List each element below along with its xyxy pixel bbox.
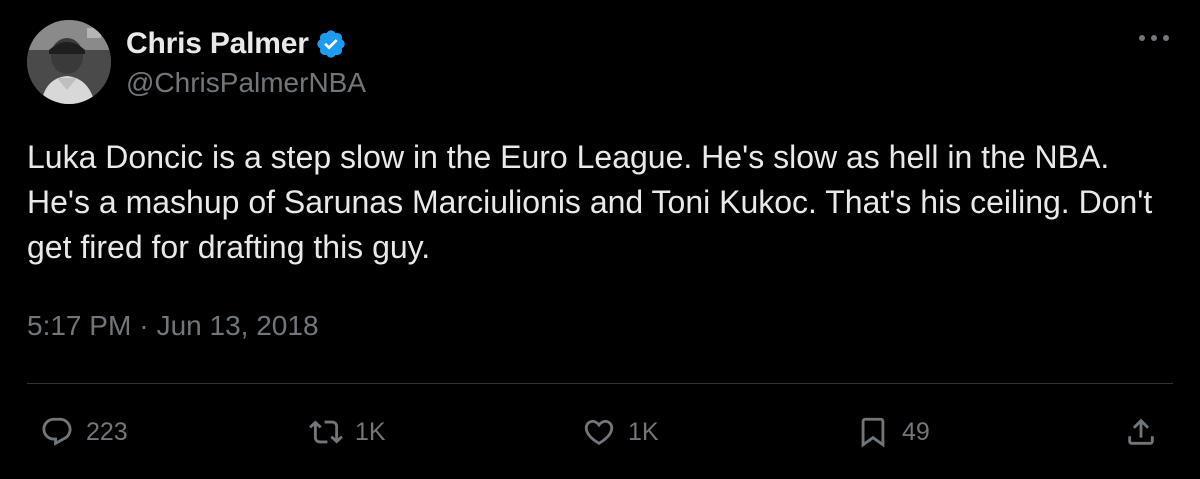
divider [27,383,1173,384]
like-count: 1K [628,417,659,446]
author-name-row[interactable]: Chris Palmer [126,24,347,64]
share-button[interactable] [1124,412,1158,452]
avatar-photo [27,20,111,104]
verified-badge-icon [315,28,347,60]
display-name[interactable]: Chris Palmer [126,27,309,61]
reply-button[interactable]: 223 [40,412,128,452]
share-icon [1124,415,1158,449]
timestamp-separator: · [139,310,149,341]
tweet-date[interactable]: Jun 13, 2018 [157,310,319,342]
retweet-button[interactable]: 1K [309,412,386,452]
handle[interactable]: @ChrisPalmerNBA [126,67,366,99]
timestamp[interactable]: 5:17 PM · Jun 13, 2018 [27,310,319,342]
reply-count: 223 [86,417,128,446]
retweet-count: 1K [355,417,386,446]
tweet-text: Luka Doncic is a step slow in the Euro L… [27,139,1153,265]
bookmark-count: 49 [902,417,930,446]
heart-icon [582,415,616,449]
tweet-time[interactable]: 5:17 PM [27,310,131,342]
reply-icon [40,415,74,449]
retweet-icon [309,415,343,449]
bookmark-icon [856,415,890,449]
like-button[interactable]: 1K [582,412,659,452]
avatar[interactable] [27,20,111,104]
tweet-card: Chris Palmer @ChrisPalmerNBA Luka Doncic… [0,0,1200,479]
action-bar: 223 1K 1K 49 [0,412,1200,452]
bookmark-button[interactable]: 49 [856,412,930,452]
more-horizontal-icon[interactable] [1136,26,1172,50]
